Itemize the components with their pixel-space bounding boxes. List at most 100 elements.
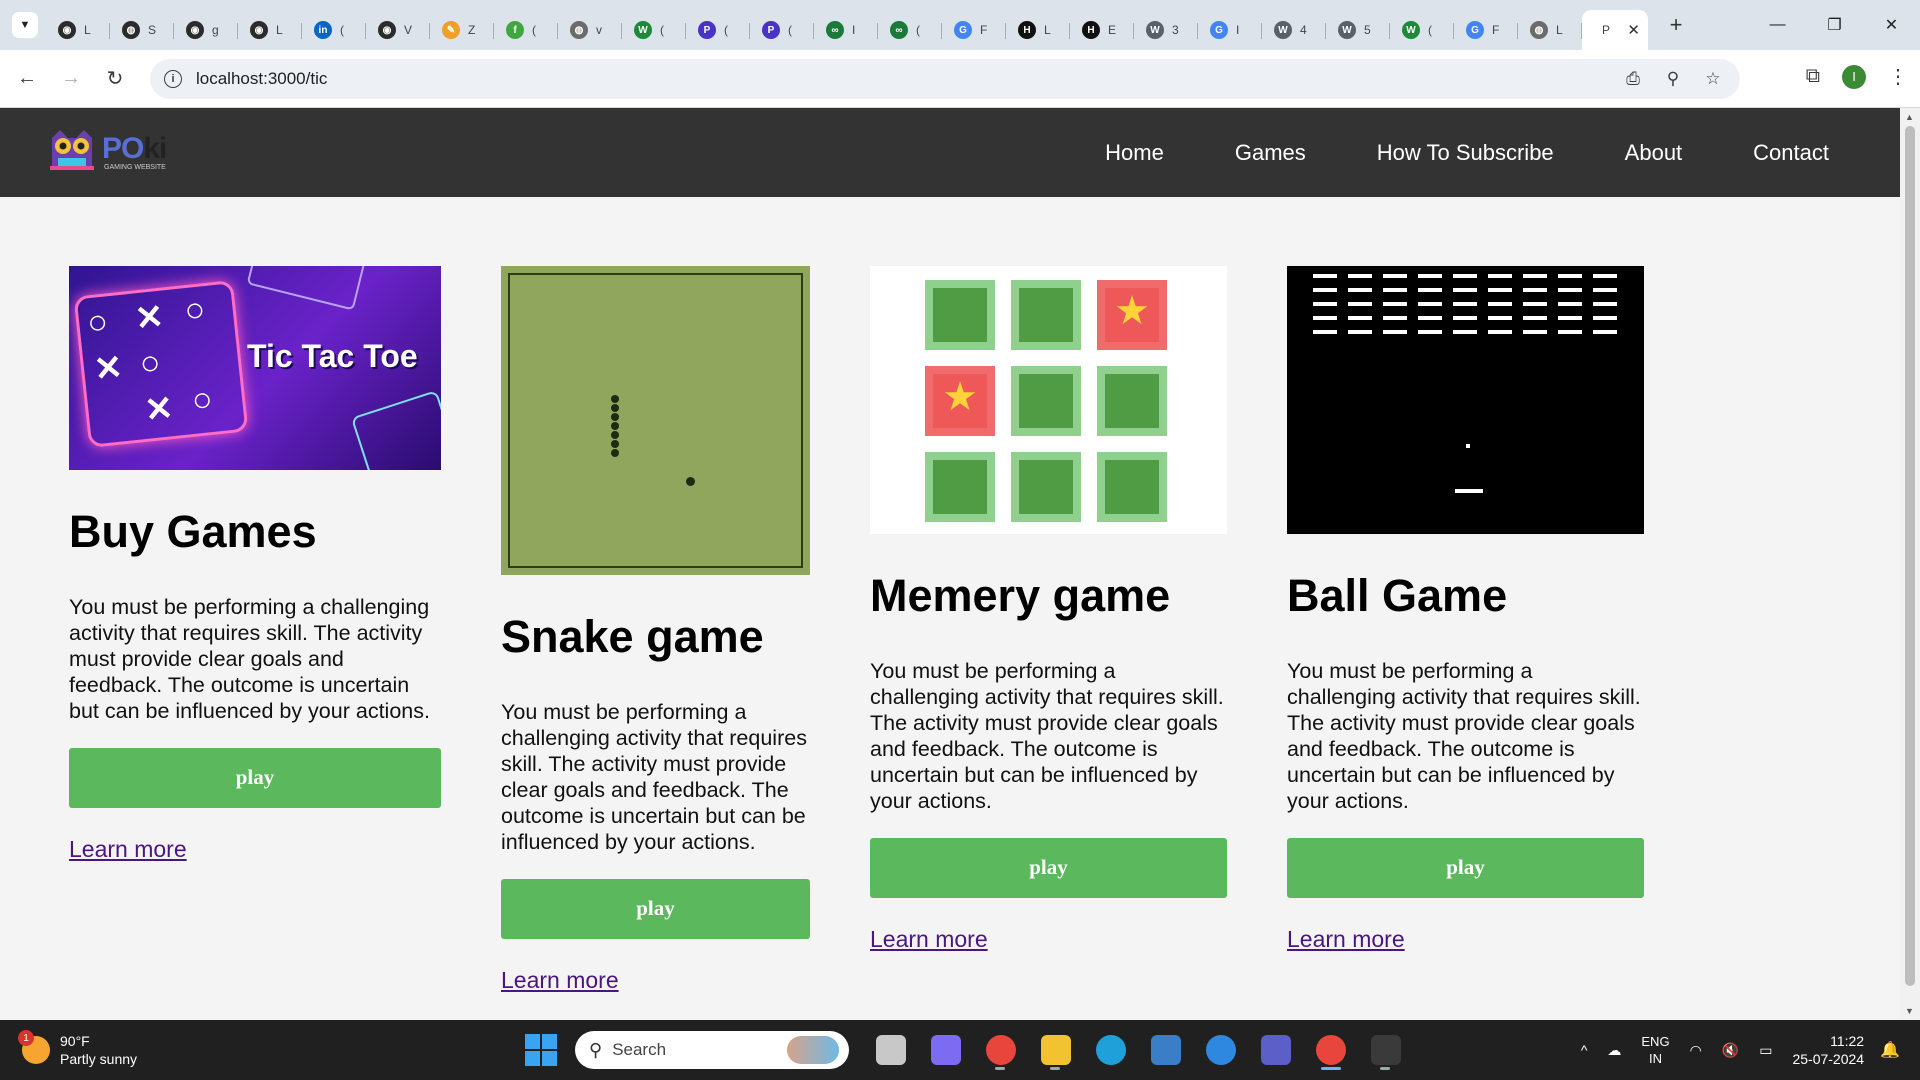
address-bar[interactable]: i localhost:3000/tic ⎙ ⚲ ☆ [150, 59, 1740, 99]
chrome-icon[interactable] [973, 1030, 1028, 1070]
close-window-button[interactable]: ✕ [1863, 0, 1920, 50]
notifications-bell-icon[interactable]: 🔔 [1880, 1040, 1900, 1060]
profile-avatar[interactable]: I [1842, 64, 1866, 89]
close-tab-icon[interactable]: ✕ [1627, 21, 1640, 39]
forward-button[interactable]: → [50, 58, 92, 100]
play-button[interactable]: play [1287, 837, 1644, 898]
browser-tab[interactable]: GF [1454, 13, 1518, 47]
learn-more-link[interactable]: Learn more [501, 967, 619, 994]
bookmark-star-icon[interactable]: ☆ [1698, 67, 1728, 91]
nav-contact[interactable]: Contact [1753, 140, 1829, 166]
tab-title: ( [916, 23, 920, 37]
minimize-button[interactable]: — [1749, 0, 1806, 50]
scroll-up-icon[interactable]: ▲ [1905, 112, 1914, 122]
browser-tab[interactable]: GI [1198, 13, 1262, 47]
card-title: Ball Game [1287, 570, 1508, 621]
browser-tab[interactable]: P( [750, 13, 814, 47]
browser-tab[interactable]: f( [494, 13, 558, 47]
copilot-icon[interactable] [918, 1030, 973, 1070]
browser-tab[interactable]: ◉ V [366, 13, 430, 47]
browser-tab[interactable]: ◉ g [174, 13, 238, 47]
learn-more-link[interactable]: Learn more [69, 836, 187, 863]
play-button[interactable]: play [69, 747, 441, 808]
volume-muted-icon[interactable]: 🔇 [1722, 1042, 1739, 1059]
language-indicator[interactable]: ENG IN [1641, 1033, 1669, 1067]
teams-icon[interactable] [1248, 1030, 1303, 1070]
nav-how-to-subscribe[interactable]: How To Subscribe [1377, 140, 1554, 166]
browser-tab[interactable]: HE [1070, 13, 1134, 47]
browser-tab[interactable]: W( [1390, 13, 1454, 47]
tab-title: ( [1428, 23, 1432, 37]
scrollbar-thumb[interactable] [1905, 126, 1915, 986]
site-info-icon[interactable]: i [164, 70, 182, 88]
install-app-icon[interactable]: ⎙ [1618, 67, 1648, 91]
learn-more-link[interactable]: Learn more [1287, 926, 1405, 953]
browser-tab[interactable]: W3 [1134, 13, 1198, 47]
weather-widget[interactable]: 1 90°F Partly sunny [18, 1030, 137, 1068]
notification-badge: 1 [18, 1030, 34, 1046]
active-browser-tab[interactable]: P ✕ [1582, 10, 1648, 50]
browser-tab[interactable]: W4 [1262, 13, 1326, 47]
tab-search-chevron-icon[interactable]: ▼ [12, 12, 38, 38]
new-tab-button[interactable]: + [1662, 12, 1690, 38]
task-view-icon[interactable] [863, 1030, 918, 1070]
browser-tab[interactable]: P( [686, 13, 750, 47]
tab-title: ( [340, 23, 344, 37]
nav-home[interactable]: Home [1105, 140, 1164, 166]
file-explorer-icon[interactable] [1028, 1030, 1083, 1070]
brick [1418, 288, 1442, 292]
snake-segment [611, 440, 619, 448]
tab-title: E [1108, 23, 1117, 37]
windows-start-icon[interactable] [525, 1034, 557, 1066]
play-button[interactable]: play [870, 837, 1227, 898]
back-button[interactable]: ← [6, 58, 48, 100]
memory-tile [1011, 452, 1081, 522]
browser-tab[interactable]: ◉ L [46, 13, 110, 47]
mysql-workbench-icon[interactable] [1138, 1030, 1193, 1070]
site-logo[interactable]: POki GAMING WEBSITE [46, 128, 176, 178]
battery-icon[interactable]: ▭ [1759, 1042, 1772, 1059]
browser-tab[interactable]: ✎ Z [430, 13, 494, 47]
browser-tab[interactable]: GF [942, 13, 1006, 47]
browser-tab[interactable]: in ( [302, 13, 366, 47]
restore-button[interactable]: ❐ [1806, 0, 1863, 50]
tray-chevron-icon[interactable]: ^ [1581, 1042, 1588, 1058]
chrome-profile-icon[interactable] [1303, 1030, 1358, 1070]
reload-button[interactable]: ↻ [94, 58, 136, 100]
hackerrank-icon: H [1018, 21, 1036, 39]
scroll-down-icon[interactable]: ▼ [1905, 1006, 1914, 1016]
windows-taskbar: 1 90°F Partly sunny ⚲ Search ^ ☁ ENG IN … [0, 1020, 1920, 1080]
browser-tab[interactable]: ∞ I [814, 13, 878, 47]
brick [1348, 274, 1372, 278]
learn-more-link[interactable]: Learn more [870, 926, 988, 953]
extensions-icon[interactable]: ⧉ [1806, 65, 1820, 88]
browser-tab[interactable]: W5 [1326, 13, 1390, 47]
edge-icon[interactable] [1083, 1030, 1138, 1070]
browser-tab[interactable]: HL [1006, 13, 1070, 47]
taskbar-search[interactable]: ⚲ Search [575, 1031, 849, 1069]
zoom-icon[interactable]: ⚲ [1658, 67, 1688, 91]
logo-brand-text: POki [102, 132, 167, 165]
browser-tab[interactable]: ◍ S [110, 13, 174, 47]
hackerrank-icon: H [1082, 21, 1100, 39]
browser-tab[interactable]: ∞( [878, 13, 942, 47]
browser-tab[interactable]: ◍ v [558, 13, 622, 47]
nav-games[interactable]: Games [1235, 140, 1306, 166]
url-text[interactable]: localhost:3000/tic [196, 69, 327, 89]
onedrive-icon[interactable]: ☁ [1607, 1042, 1621, 1059]
memory-tile-star: ★ [925, 366, 995, 436]
browser-tab[interactable]: ◉ L [238, 13, 302, 47]
terminal-icon[interactable] [1358, 1030, 1413, 1070]
browser-tab[interactable]: ◍ L [1518, 13, 1582, 47]
github-icon: ◉ [58, 21, 76, 39]
play-button[interactable]: play [501, 878, 810, 939]
browser-tab[interactable]: W( [622, 13, 686, 47]
wifi-icon[interactable]: ◠ [1690, 1042, 1702, 1059]
clock[interactable]: 11:22 25-07-2024 [1792, 1032, 1864, 1068]
google-icon: G [954, 21, 972, 39]
help-icon[interactable] [1193, 1030, 1248, 1070]
nav-about[interactable]: About [1625, 140, 1683, 166]
card-title: Memery game [870, 570, 1171, 621]
page-scrollbar[interactable]: ▲ ▼ [1900, 108, 1920, 1020]
browser-menu-icon[interactable]: ⋮ [1888, 64, 1908, 89]
